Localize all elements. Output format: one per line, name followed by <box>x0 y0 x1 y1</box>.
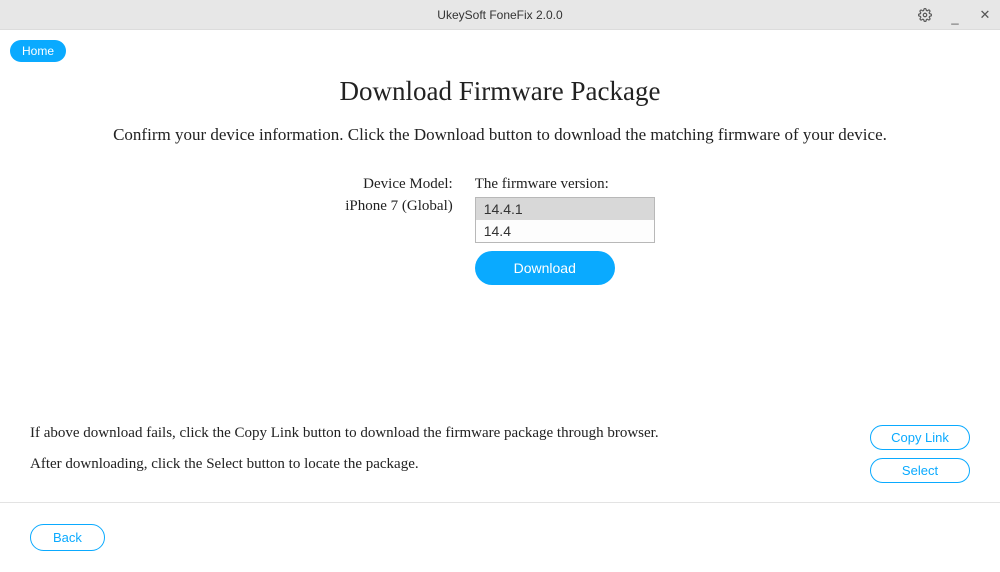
minimize-button[interactable]: _ <box>940 0 970 30</box>
select-button[interactable]: Select <box>870 458 970 483</box>
app-title: UkeySoft FoneFix 2.0.0 <box>437 8 562 22</box>
page-subtitle: Confirm your device information. Click t… <box>60 125 940 145</box>
copy-link-button[interactable]: Copy Link <box>870 425 970 450</box>
close-icon: ✕ <box>980 7 991 23</box>
back-button[interactable]: Back <box>30 524 105 551</box>
main-content: Download Firmware Package Confirm your d… <box>0 62 1000 285</box>
close-button[interactable]: ✕ <box>970 0 1000 30</box>
help-text: If above download fails, click the Copy … <box>30 425 659 487</box>
window-controls: _ ✕ <box>910 0 1000 29</box>
download-button[interactable]: Download <box>475 251 615 285</box>
firmware-version-list[interactable]: 14.4.1 14.4 <box>475 197 655 243</box>
home-button[interactable]: Home <box>10 40 66 62</box>
help-buttons: Copy Link Select <box>870 425 970 483</box>
device-model-column: Device Model: iPhone 7 (Global) <box>345 173 452 285</box>
page-title: Download Firmware Package <box>60 76 940 107</box>
footer: Back <box>0 502 1000 572</box>
help-line-1: If above download fails, click the Copy … <box>30 425 659 442</box>
firmware-option[interactable]: 14.4.1 <box>476 198 654 220</box>
firmware-option[interactable]: 14.4 <box>476 220 654 242</box>
nav-bar: Home <box>0 30 1000 62</box>
minimize-icon: _ <box>951 10 958 25</box>
firmware-column: The firmware version: 14.4.1 14.4 Downlo… <box>475 173 655 285</box>
titlebar: UkeySoft FoneFix 2.0.0 _ ✕ <box>0 0 1000 30</box>
device-model-label: Device Model: <box>345 173 452 195</box>
firmware-version-label: The firmware version: <box>475 173 655 195</box>
settings-button[interactable] <box>910 0 940 30</box>
help-section: If above download fails, click the Copy … <box>0 425 1000 487</box>
help-line-2: After downloading, click the Select butt… <box>30 456 659 473</box>
device-form: Device Model: iPhone 7 (Global) The firm… <box>60 173 940 285</box>
gear-icon <box>918 8 932 22</box>
device-model-value: iPhone 7 (Global) <box>345 195 452 217</box>
